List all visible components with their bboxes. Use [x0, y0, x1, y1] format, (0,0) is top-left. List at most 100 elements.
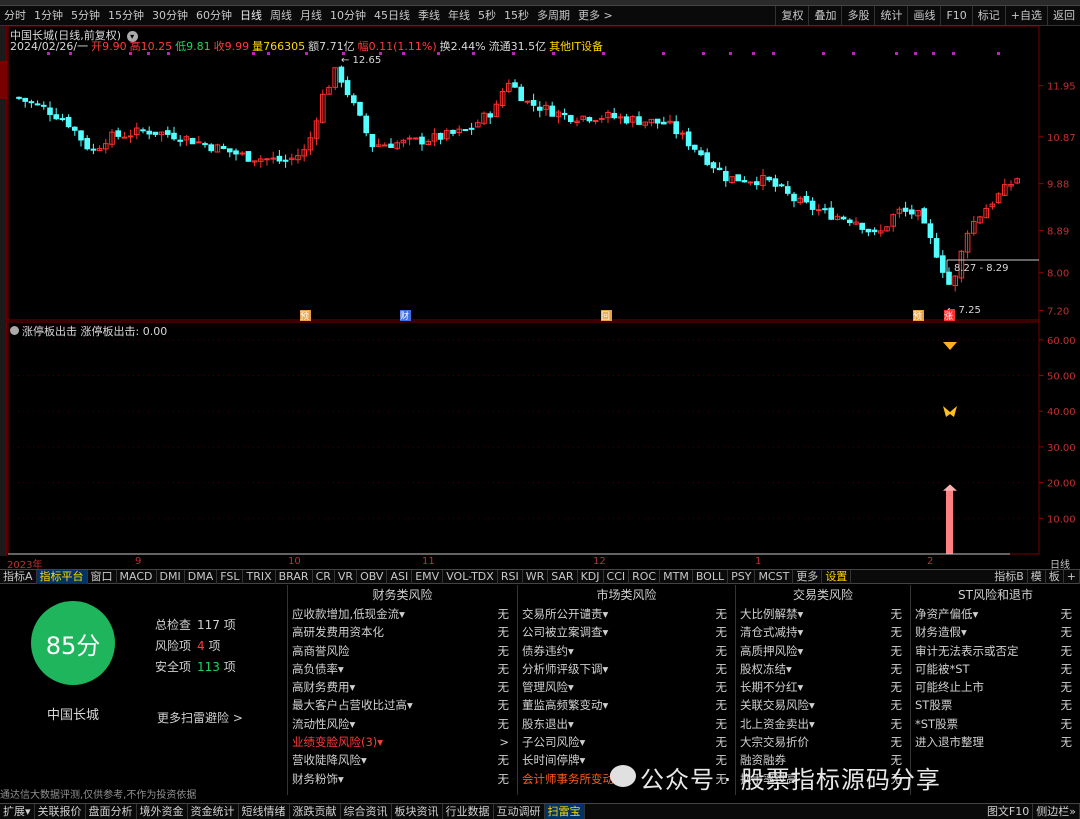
risk-row[interactable]: 股东退出▾ 无: [518, 715, 735, 733]
period-tab-12[interactable]: 年线: [444, 6, 474, 26]
period-tab-9[interactable]: 10分钟: [326, 6, 370, 26]
tool-button-6[interactable]: 标记: [971, 6, 1005, 26]
indicator-tab-2[interactable]: 窗口: [88, 569, 117, 584]
tool-button-8[interactable]: 返回: [1047, 6, 1080, 26]
risk-row[interactable]: 最大客户占营收比过高▾ 无: [288, 696, 517, 714]
indicator-tab-14[interactable]: VOL-TDX: [443, 569, 498, 584]
tool-button-2[interactable]: 多股: [841, 6, 874, 26]
indicator-tab-20[interactable]: ROC: [629, 569, 661, 584]
period-tab-11[interactable]: 季线: [414, 6, 444, 26]
indicator-icon[interactable]: [10, 326, 19, 335]
period-tab-1[interactable]: 1分钟: [30, 6, 67, 26]
more-scan-link[interactable]: 更多扫雷避险 >: [157, 709, 243, 726]
indicator-tab-13[interactable]: EMV: [412, 569, 444, 584]
indicator-tab-8[interactable]: BRAR: [276, 569, 313, 584]
period-tab-15[interactable]: 多周期: [533, 6, 574, 26]
bottom-tab-0[interactable]: 扩展▾: [0, 804, 35, 819]
risk-row[interactable]: 关联交易风险▾ 无: [736, 696, 910, 714]
indicator-tab-17[interactable]: SAR: [548, 569, 578, 584]
tool-button-3[interactable]: 统计: [874, 6, 907, 26]
bottom-right-1[interactable]: 侧边栏»: [1033, 804, 1080, 819]
risk-row[interactable]: 财务粉饰▾ 无: [288, 770, 517, 788]
period-tab-5[interactable]: 60分钟: [192, 6, 236, 26]
risk-row[interactable]: 业绩变脸风险(3)▾ >: [288, 733, 517, 751]
period-tab-7[interactable]: 周线: [266, 6, 296, 26]
risk-row[interactable]: 高负债率▾ 无: [288, 660, 517, 678]
risk-row[interactable]: 债券违约▾ 无: [518, 642, 735, 660]
indicator-tab-9[interactable]: CR: [313, 569, 335, 584]
tool-button-1[interactable]: 叠加: [808, 6, 841, 26]
risk-row[interactable]: 高研发费用资本化 无: [288, 623, 517, 641]
risk-row[interactable]: 高质押风险▾ 无: [736, 642, 910, 660]
risk-row[interactable]: 分析师评级下调▾ 无: [518, 660, 735, 678]
indicator-tab-12[interactable]: ASI: [387, 569, 413, 584]
indicator-tab-4[interactable]: DMI: [157, 569, 185, 584]
bottom-tab-2[interactable]: 盘面分析: [86, 804, 137, 819]
bottom-tab-5[interactable]: 短线情绪: [239, 804, 290, 819]
bottom-tab-1[interactable]: 关联报价: [35, 804, 86, 819]
indicator-tab-7[interactable]: TRIX: [243, 569, 276, 584]
risk-row[interactable]: 长期不分红▾ 无: [736, 678, 910, 696]
risk-row[interactable]: 应收款增加,低现金流▾ 无: [288, 605, 517, 623]
risk-row[interactable]: 股权冻结▾ 无: [736, 660, 910, 678]
indicator-tab-1[interactable]: 指标平台: [36, 569, 88, 584]
risk-row[interactable]: 董监高频繁变动▾ 无: [518, 696, 735, 714]
indicator-right-2[interactable]: 板: [1046, 569, 1064, 584]
bottom-tab-9[interactable]: 行业数据: [443, 804, 494, 819]
period-tab-2[interactable]: 5分钟: [67, 6, 104, 26]
bottom-tab-3[interactable]: 境外资金: [137, 804, 188, 819]
indicator-tab-5[interactable]: DMA: [185, 569, 218, 584]
risk-row[interactable]: 进入退市整理 无: [911, 733, 1080, 751]
indicator-right-3[interactable]: +: [1064, 569, 1080, 584]
risk-row[interactable]: 交易所公开谴责▾ 无: [518, 605, 735, 623]
tool-button-5[interactable]: F10: [940, 6, 971, 26]
risk-row[interactable]: 流动性风险▾ 无: [288, 715, 517, 733]
indicator-right-1[interactable]: 模: [1028, 569, 1046, 584]
period-tab-16[interactable]: 更多 >: [574, 6, 617, 26]
bottom-right-0[interactable]: 图文F10: [984, 804, 1034, 819]
period-tab-10[interactable]: 45日线: [370, 6, 414, 26]
bottom-tab-10[interactable]: 互动调研: [494, 804, 545, 819]
risk-row[interactable]: 管理风险▾ 无: [518, 678, 735, 696]
tool-button-0[interactable]: 复权: [775, 6, 808, 26]
risk-row[interactable]: 可能终止上市 无: [911, 678, 1080, 696]
risk-row[interactable]: 北上资金卖出▾ 无: [736, 715, 910, 733]
risk-row[interactable]: 高财务费用▾ 无: [288, 678, 517, 696]
period-tab-3[interactable]: 15分钟: [104, 6, 148, 26]
risk-row[interactable]: 财务造假▾ 无: [911, 623, 1080, 641]
indicator-tab-0[interactable]: 指标A: [0, 569, 37, 584]
indicator-tab-15[interactable]: RSI: [498, 569, 523, 584]
period-tab-0[interactable]: 分时: [0, 6, 30, 26]
indicator-tab-6[interactable]: FSL: [217, 569, 244, 584]
kline-chart-area[interactable]: 11.95 10.87 9.88 8.89 8.00 7.20 60.00 50.00 40.0…: [7, 26, 1080, 556]
bottom-tab-8[interactable]: 板块资讯: [392, 804, 443, 819]
indicator-tab-22[interactable]: BOLL: [693, 569, 729, 584]
bottom-tab-11[interactable]: 扫雷宝: [544, 804, 585, 819]
risk-row[interactable]: 营收陡降风险▾ 无: [288, 751, 517, 769]
indicator-tab-3[interactable]: MACD: [117, 569, 157, 584]
risk-row[interactable]: 高商誉风险 无: [288, 642, 517, 660]
period-tab-8[interactable]: 月线: [296, 6, 326, 26]
risk-row[interactable]: 审计无法表示或否定 无: [911, 642, 1080, 660]
indicator-tab-10[interactable]: VR: [335, 569, 358, 584]
bottom-tab-7[interactable]: 综合资讯: [341, 804, 392, 819]
indicator-tab-18[interactable]: KDJ: [578, 569, 604, 584]
risk-row[interactable]: 清仓式减持▾ 无: [736, 623, 910, 641]
risk-row[interactable]: 净资产偏低▾ 无: [911, 605, 1080, 623]
risk-row[interactable]: ST股票 无: [911, 696, 1080, 714]
indicator-tab-25[interactable]: 更多: [793, 569, 823, 584]
period-tab-6[interactable]: 日线: [236, 6, 266, 26]
risk-row[interactable]: 子公司风险▾ 无: [518, 733, 735, 751]
risk-row[interactable]: 大比例解禁▾ 无: [736, 605, 910, 623]
indicator-tab-26[interactable]: 设置: [822, 569, 852, 584]
period-tab-4[interactable]: 30分钟: [148, 6, 192, 26]
tool-button-7[interactable]: +自选: [1004, 6, 1047, 26]
indicator-tab-21[interactable]: MTM: [660, 569, 693, 584]
risk-row[interactable]: 大宗交易折价 无: [736, 733, 910, 751]
left-side-strip[interactable]: [0, 26, 7, 556]
bottom-tab-4[interactable]: 资金统计: [188, 804, 239, 819]
tool-button-4[interactable]: 画线: [907, 6, 940, 26]
indicator-tab-23[interactable]: PSY: [728, 569, 756, 584]
risk-row[interactable]: *ST股票 无: [911, 715, 1080, 733]
indicator-tab-24[interactable]: MCST: [755, 569, 794, 584]
